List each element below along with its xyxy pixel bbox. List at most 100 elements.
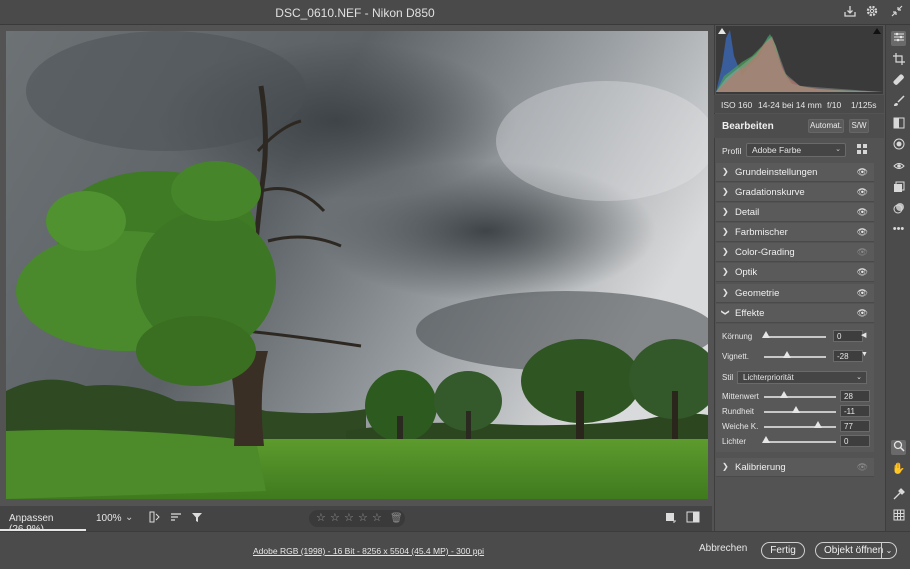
eye-icon[interactable]: 👁 [857,167,868,178]
crop-icon[interactable] [891,53,906,68]
feather-label: Weiche K. [722,422,759,431]
section-color-grading[interactable]: ❯ Color-Grading 👁 [716,243,874,262]
eye-icon[interactable]: 👁 [857,308,868,319]
brush-icon[interactable] [891,95,906,110]
section-label: Geometrie [735,288,780,299]
grain-row: Körnung 0 ◀ [716,330,874,344]
profile-select[interactable]: Adobe Farbe ⌄ [746,143,846,157]
open-object-button[interactable]: Objekt öffnen ⌄ [815,542,897,559]
section-kalibrierung[interactable]: ❯ Kalibrierung 👁 [716,458,874,477]
exif-shutter: 1/125s [851,100,877,110]
collapse-icon[interactable] [889,4,905,20]
midpoint-input[interactable]: 28 [840,390,870,402]
star-rating[interactable]: ☆ ☆ ☆ ☆ ☆ 🗑 [309,510,405,527]
edit-sliders-icon[interactable] [891,31,906,46]
style-select[interactable]: Lichterpriorität ⌄ [737,371,867,384]
triangle-left-icon[interactable]: ◀ [861,331,866,339]
roundness-label: Rundheit [722,407,755,416]
profile-label: Profil [722,146,742,156]
grain-slider[interactable] [764,336,826,338]
section-geometrie[interactable]: ❯ Geometrie 👁 [716,284,874,303]
feather-slider[interactable] [764,426,836,428]
profile-browser-icon[interactable] [857,144,869,156]
section-optik[interactable]: ❯ Optik 👁 [716,263,874,282]
eyedropper-icon[interactable] [891,488,906,503]
image-preview[interactable] [6,31,708,499]
eye-icon[interactable]: 👁 [857,462,868,473]
roundness-input[interactable]: -11 [840,405,870,417]
gradient-icon[interactable] [891,117,906,132]
healing-icon[interactable] [891,74,906,89]
edit-header: Bearbeiten Automat. S/W [714,114,884,138]
section-effekte[interactable]: ❯ Effekte 👁 [716,304,874,323]
exif-aperture: f/10 [827,100,842,110]
chevron-down-icon[interactable]: ⌄ [881,543,896,558]
before-after-icon[interactable] [686,511,700,525]
eye-icon[interactable]: 👁 [857,247,868,258]
sort-icon[interactable] [169,511,183,525]
eye-icon[interactable]: 👁 [857,187,868,198]
midpoint-slider-thumb[interactable] [780,391,788,398]
section-detail[interactable]: ❯ Detail 👁 [716,203,874,222]
bw-button[interactable]: S/W [849,119,869,133]
zoom-fit-button[interactable]: Anpassen (26,9%) [0,506,86,535]
presets-icon[interactable] [891,202,906,217]
trash-icon[interactable]: 🗑 [390,510,403,527]
star-icon[interactable]: ☆ [372,510,386,527]
roundness-slider-thumb[interactable] [792,406,800,413]
star-icon[interactable]: ☆ [344,510,358,527]
vignette-slider[interactable] [764,356,826,358]
section-grundeinstellungen[interactable]: ❯ Grundeinstellungen 👁 [716,163,874,182]
shadow-clipping-icon[interactable] [718,28,726,34]
radial-filter-icon[interactable] [891,138,906,153]
export-icon[interactable] [842,4,858,20]
effects-panel: Körnung 0 ◀ Vignett. -28 ▼ Stil Lichterp… [716,324,874,452]
chevron-down-icon[interactable]: ⌄ [125,512,133,523]
section-gradationskurve[interactable]: ❯ Gradationskurve 👁 [716,183,874,202]
grid-icon[interactable] [891,509,906,524]
hand-icon[interactable]: ✋ [891,462,906,477]
star-icon[interactable]: ☆ [358,510,372,527]
vignette-slider-thumb[interactable] [783,351,791,358]
chevron-right-icon: ❯ [722,462,729,471]
done-button[interactable]: Fertig [761,542,805,559]
grain-input[interactable]: 0 [833,330,863,342]
chevron-right-icon: ❯ [722,207,729,216]
snapshots-icon[interactable] [891,181,906,196]
edit-title: Bearbeiten [722,121,774,132]
crop-overlay-icon[interactable] [663,511,677,525]
filter-icon[interactable] [190,511,204,525]
midpoint-label: Mittenwert [722,392,759,401]
vignette-input[interactable]: -28 [833,350,863,362]
auto-button[interactable]: Automat. [808,119,844,133]
triangle-down-icon[interactable]: ▼ [861,351,868,358]
highlights-input[interactable]: 0 [840,435,870,447]
filmstrip-icon[interactable] [148,511,162,525]
section-farbmischer[interactable]: ❯ Farbmischer 👁 [716,223,874,242]
highlights-slider-thumb[interactable] [762,436,770,443]
eye-icon[interactable]: 👁 [857,207,868,218]
highlights-slider[interactable] [764,441,836,443]
more-icon[interactable]: ••• [891,222,906,237]
grain-slider-thumb[interactable] [762,331,770,338]
eye-icon[interactable]: 👁 [857,267,868,278]
window-title: DSC_0610.NEF - Nikon D850 [275,6,435,20]
workflow-options-link[interactable]: Adobe RGB (1998) - 16 Bit - 8256 x 5504 … [253,546,484,556]
gear-icon[interactable] [864,4,880,20]
eye-icon[interactable]: 👁 [857,288,868,299]
zoom-level-select[interactable]: 100% [96,513,122,524]
chevron-right-icon: ❯ [722,227,729,236]
cancel-button[interactable]: Abbrechen [699,543,747,554]
eye-icon[interactable]: 👁 [857,227,868,238]
zoom-icon[interactable] [891,440,906,455]
feather-input[interactable]: 77 [840,420,870,432]
highlight-clipping-icon[interactable] [873,28,881,34]
roundness-slider[interactable] [764,411,836,413]
midpoint-slider[interactable] [764,396,836,398]
exif-iso: ISO 160 [721,100,753,110]
style-row: Stil Lichterpriorität ⌄ [716,371,874,385]
star-icon[interactable]: ☆ [330,510,344,527]
star-icon[interactable]: ☆ [316,510,330,527]
red-eye-icon[interactable] [891,160,906,175]
feather-slider-thumb[interactable] [814,421,822,428]
